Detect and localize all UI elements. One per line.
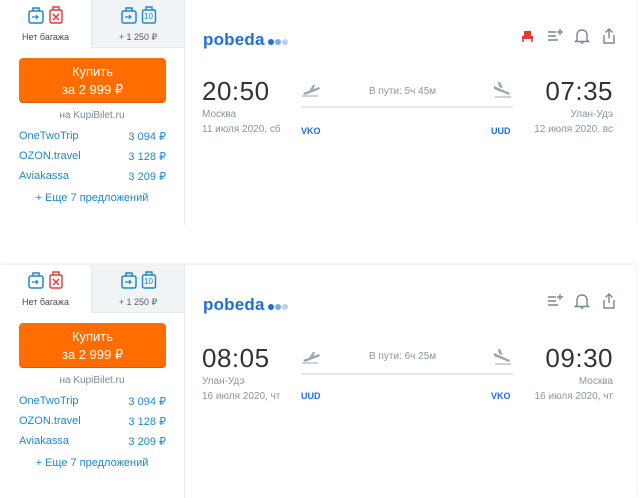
offer-price[interactable]: 3 128 ₽ — [128, 150, 166, 163]
offer-price[interactable]: 3 128 ₽ — [128, 415, 166, 428]
no-baggage-label: Нет багажа — [22, 297, 69, 307]
offer-row[interactable]: OZON.travel 3 128 ₽ — [19, 150, 166, 166]
no-baggage-label: Нет багажа — [22, 32, 69, 42]
offer-price[interactable]: 3 094 ₽ — [128, 395, 166, 408]
departure-airport-code: UUD — [301, 391, 321, 401]
airline-name: pobeda — [203, 295, 265, 314]
hand-luggage-icon — [120, 5, 138, 27]
buy-price: за 2 999 ₽ — [61, 82, 124, 97]
baggage-tabs: Нет багажа 10 + 1 250 ₽ — [0, 0, 184, 48]
offer-name[interactable]: Aviakassa — [19, 435, 69, 447]
hand-luggage-icon — [120, 270, 138, 292]
no-baggage-icon — [48, 270, 64, 292]
departure-time: 20:50 — [202, 76, 270, 106]
airline-logo: pobeda — [203, 30, 288, 50]
arrival-time: 09:30 — [545, 343, 613, 373]
takeoff-icon — [301, 349, 321, 365]
arrival-airport-code: UUD — [491, 126, 511, 136]
ticket-card: Нет багажа 10 + 1 250 ₽ Купить за 2 999 … — [0, 0, 636, 225]
share-icon[interactable] — [600, 292, 618, 310]
departure-city: Улан-Удэ — [202, 376, 245, 387]
seat-icon[interactable] — [519, 27, 537, 45]
logo-dots-icon — [267, 30, 288, 50]
route-line — [301, 106, 513, 108]
departure-date: 16 июля 2020, чт — [202, 391, 281, 402]
share-icon[interactable] — [600, 27, 618, 45]
offer-row[interactable]: OneTwoTrip 3 094 ₽ — [19, 130, 166, 146]
add-to-list-icon[interactable] — [546, 292, 564, 310]
hand-luggage-icon — [27, 270, 45, 292]
arrival-city: Москва — [578, 376, 613, 387]
more-offers-link[interactable]: + Еще 7 предложений — [0, 192, 184, 204]
offer-row[interactable]: OZON.travel 3 128 ₽ — [19, 415, 166, 431]
price-panel: Нет багажа 10 + 1 250 ₽ Купить за 2 999 … — [0, 0, 185, 225]
bell-icon[interactable] — [573, 27, 591, 45]
departure-airport-code: VKO — [301, 126, 321, 136]
offer-name[interactable]: OneTwoTrip — [19, 395, 79, 407]
route-line — [301, 373, 513, 375]
tab-no-baggage[interactable]: Нет багажа — [0, 265, 91, 313]
takeoff-icon — [301, 82, 321, 98]
arrival-time: 07:35 — [545, 76, 613, 106]
offer-name[interactable]: Aviakassa — [19, 170, 69, 182]
landing-icon — [492, 82, 512, 98]
offer-price[interactable]: 3 209 ₽ — [128, 170, 166, 183]
buy-price: за 2 999 ₽ — [61, 347, 124, 362]
flight-duration: В пути: 5ч 45м — [369, 86, 437, 97]
arrival-date: 12 июля 2020, вс — [534, 124, 613, 135]
tab-no-baggage[interactable]: Нет багажа — [0, 0, 91, 48]
more-offers-link[interactable]: + Еще 7 предложений — [0, 457, 184, 469]
tab-with-baggage[interactable]: 10 + 1 250 ₽ — [91, 0, 184, 48]
arrival-city: Улан-Удэ — [570, 109, 613, 120]
price-panel: Нет багажа 10 + 1 250 ₽ Купить за 2 999 … — [0, 265, 185, 498]
buy-button[interactable]: Купить за 2 999 ₽ — [19, 58, 166, 102]
add-to-list-icon[interactable] — [546, 27, 564, 45]
card-tools — [546, 292, 618, 310]
checked-baggage-icon: 10 — [141, 270, 157, 290]
offer-row[interactable]: Aviakassa 3 209 ₽ — [19, 170, 166, 186]
hand-luggage-icon — [27, 5, 45, 27]
tab-with-baggage[interactable]: 10 + 1 250 ₽ — [91, 265, 184, 313]
offer-name[interactable]: OZON.travel — [19, 150, 81, 162]
offer-name[interactable]: OneTwoTrip — [19, 130, 79, 142]
buy-button[interactable]: Купить за 2 999 ₽ — [19, 323, 166, 367]
arrival-date: 16 июля 2020, чт — [534, 391, 613, 402]
offer-price[interactable]: 3 094 ₽ — [128, 130, 166, 143]
flight-panel: pobeda 20:50 Москва 11 июля 2020, сб В п… — [185, 0, 636, 225]
baggage-tabs: Нет багажа 10 + 1 250 ₽ — [0, 265, 184, 313]
landing-icon — [492, 349, 512, 365]
buy-label: Купить — [71, 329, 114, 344]
no-baggage-icon — [48, 5, 64, 27]
flight-panel: pobeda 08:05 Улан-Удэ 16 июля 2020, чт В… — [185, 265, 636, 498]
bell-icon[interactable] — [573, 292, 591, 310]
offer-name[interactable]: OZON.travel — [19, 415, 81, 427]
baggage-weight: 10 — [144, 12, 153, 21]
arrival-airport-code: VKO — [491, 391, 511, 401]
logo-dots-icon — [267, 295, 288, 315]
checked-baggage-icon: 10 — [141, 5, 157, 25]
airline-name: pobeda — [203, 30, 265, 49]
offer-row[interactable]: Aviakassa 3 209 ₽ — [19, 435, 166, 451]
seller-site: на KupiBilet.ru — [59, 110, 125, 121]
airline-logo: pobeda — [203, 295, 288, 315]
with-baggage-price: + 1 250 ₽ — [118, 32, 158, 42]
buy-label: Купить — [71, 64, 114, 79]
card-separator — [0, 225, 640, 265]
departure-city: Москва — [202, 109, 237, 120]
ticket-card: Нет багажа 10 + 1 250 ₽ Купить за 2 999 … — [0, 265, 636, 498]
with-baggage-price: + 1 250 ₽ — [118, 297, 158, 307]
baggage-weight: 10 — [144, 277, 153, 286]
offer-price[interactable]: 3 209 ₽ — [128, 435, 166, 448]
offer-row[interactable]: OneTwoTrip 3 094 ₽ — [19, 395, 166, 411]
departure-time: 08:05 — [202, 343, 270, 373]
flight-duration: В пути: 6ч 25м — [369, 351, 437, 362]
seller-site: на KupiBilet.ru — [59, 375, 125, 386]
card-tools — [519, 27, 618, 45]
departure-date: 11 июля 2020, сб — [202, 124, 281, 135]
